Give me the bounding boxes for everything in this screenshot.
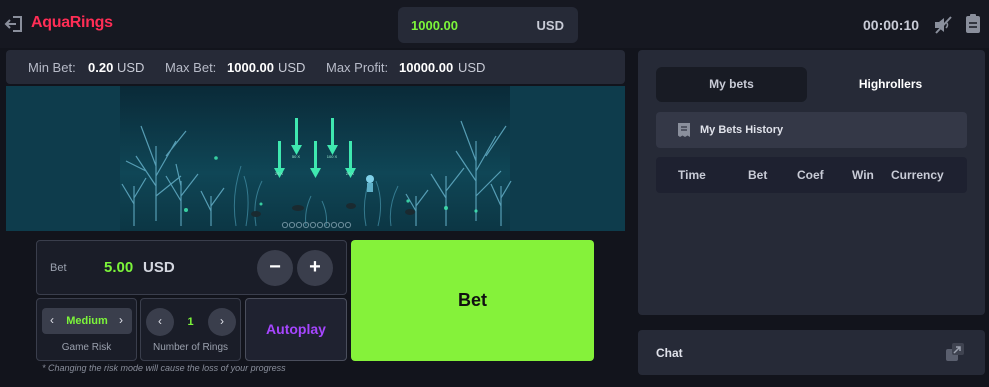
multiplier-label: 50 X [292, 154, 301, 159]
game-risk-caption: Game Risk [61, 342, 112, 353]
max-profit-label: Max Profit: [326, 60, 389, 75]
receipt-icon [678, 123, 690, 137]
game-risk-control: ‹ Medium › Game Risk [36, 298, 137, 361]
top-bar: AquaRings 1000.00 USD 00:00:10 [0, 0, 989, 48]
expand-icon[interactable] [945, 342, 965, 362]
bet-amount-panel: Bet 5.00 USD − + [36, 240, 347, 295]
decrease-bet-button[interactable]: − [257, 250, 293, 286]
exit-icon[interactable] [4, 15, 24, 33]
multiplier-label: 100 X [327, 154, 338, 159]
multiplier-label: 20 X [346, 171, 355, 176]
rings-next-button[interactable]: › [208, 308, 236, 336]
bets-panel: My bets Highrollers My Bets History Time… [638, 50, 985, 315]
chat-label: Chat [656, 346, 683, 360]
clipboard-icon[interactable] [965, 13, 981, 34]
max-profit-currency: USD [458, 60, 486, 75]
column-header: Time [678, 168, 706, 182]
balance-currency: USD [536, 18, 564, 33]
min-bet-currency: USD [117, 60, 145, 75]
sound-muted-icon[interactable] [933, 15, 953, 35]
my-bets-history-button[interactable]: My Bets History [656, 112, 967, 148]
bets-table-header: Time Bet Coef Win Currency [656, 157, 967, 193]
game-scene: 20 X 50 X 100 X 20 X [6, 86, 625, 231]
column-header: Coef [797, 168, 824, 182]
rings-control: ‹ 1 › Number of Rings [140, 298, 241, 361]
tab-highrollers[interactable]: Highrollers [814, 67, 967, 102]
bet-currency: USD [143, 259, 175, 276]
diver-figure [366, 175, 374, 192]
max-profit-value: 10000.00 [399, 60, 454, 75]
app-logo: AquaRings [31, 14, 113, 31]
balance-amount: 1000.00 [411, 18, 458, 33]
risk-selector: ‹ Medium › [42, 308, 132, 334]
tab-my-bets[interactable]: My bets [656, 67, 807, 102]
column-header: Win [852, 168, 874, 182]
increase-bet-button[interactable]: + [297, 250, 333, 286]
chat-bar[interactable]: Chat [638, 330, 985, 375]
bet-limits-bar: Min Bet: 0.20 USD Max Bet: 1000.00 USD M… [6, 50, 625, 84]
autoplay-button[interactable]: Autoplay [245, 298, 347, 361]
risk-next-button[interactable]: › [119, 313, 123, 327]
max-bet-label: Max Bet: [165, 60, 217, 75]
session-timer: 00:00:10 [863, 17, 920, 33]
max-bet-value: 1000.00 [227, 60, 274, 75]
bet-button[interactable]: Bet [351, 240, 594, 361]
column-header: Currency [891, 168, 944, 182]
bet-amount-input[interactable]: 5.00 [104, 259, 133, 276]
rings-caption: Number of Rings [152, 342, 229, 353]
min-bet-value: 0.20 [88, 60, 114, 75]
balance-display: 1000.00 USD [398, 7, 578, 43]
risk-warning-note: * Changing the risk mode will cause the … [42, 363, 286, 373]
min-bet-label: Min Bet: [28, 60, 76, 75]
max-bet-currency: USD [278, 60, 306, 75]
bet-label: Bet [50, 262, 67, 274]
column-header: Bet [748, 168, 768, 182]
history-label: My Bets History [700, 124, 784, 136]
multiplier-label: 20 X [275, 171, 284, 176]
